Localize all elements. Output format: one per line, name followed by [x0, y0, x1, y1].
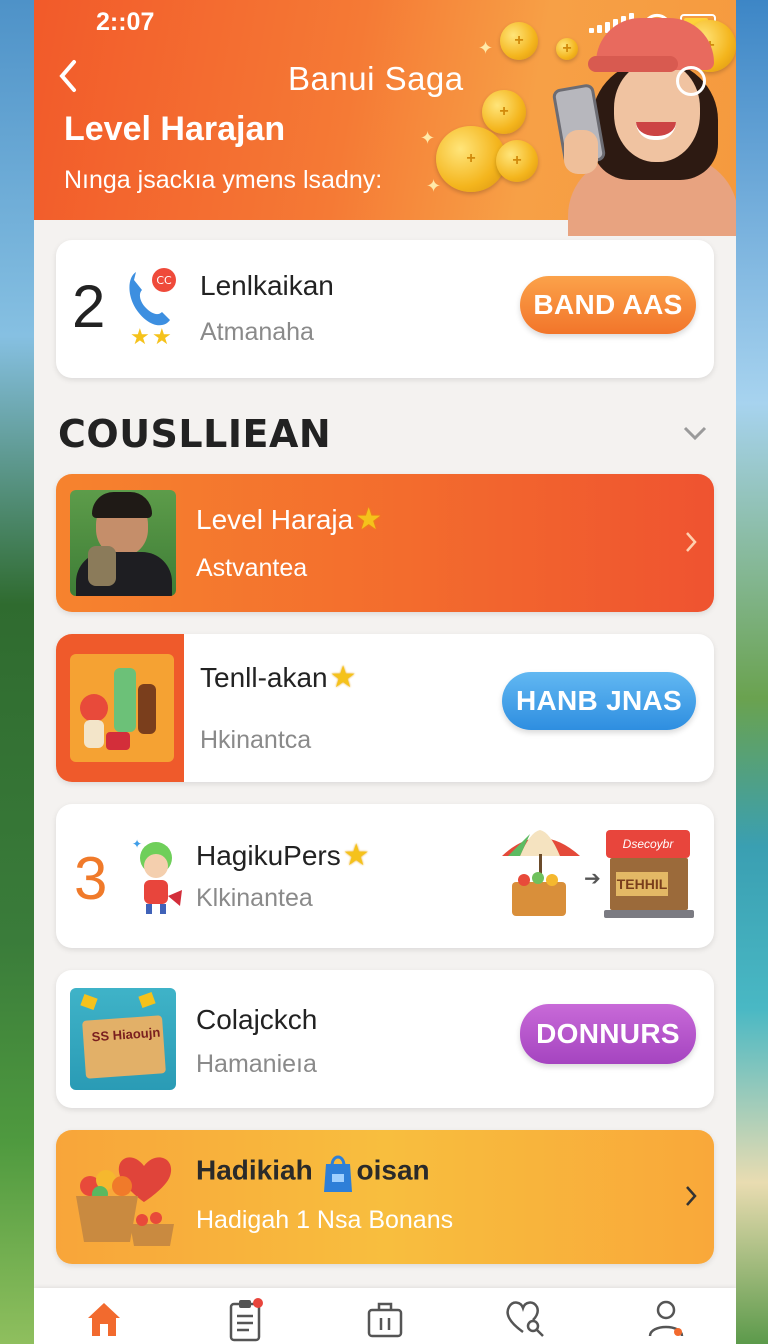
home-icon: [88, 1303, 121, 1336]
star-icon: ★: [355, 503, 383, 536]
star-icon: ★: [342, 839, 370, 872]
list-item[interactable]: SS Hiaoujn Colajckch Hamanieıa DONNURS: [56, 970, 714, 1108]
status-time: 2::07: [96, 8, 155, 36]
menu-circle-icon[interactable]: [676, 66, 706, 96]
item-image-frame: [56, 634, 184, 782]
item-subtitle: Astvantea: [196, 554, 308, 582]
hanb-jnas-button[interactable]: HANB JNAS: [502, 672, 696, 730]
nav-favorites[interactable]: [500, 1298, 550, 1344]
rank-number: 2: [72, 273, 106, 340]
svg-text:CC: CC: [156, 274, 172, 287]
star-icon: ★: [329, 661, 357, 694]
shop-building-icon: Dsecoybr TEHHIL: [602, 826, 696, 922]
chevron-right-icon: [684, 1184, 698, 1213]
page-subtitle: Nınga jsackıa ymens lsadny:: [64, 166, 383, 194]
item-subtitle: Hkinantca: [200, 726, 312, 754]
fruit-basket-heart-icon: [72, 1146, 178, 1250]
item-subtitle: Hadigah 1 Nsa Bonans: [196, 1206, 454, 1234]
card-subtitle: Atmanaha: [200, 318, 314, 346]
app-title: Banui Saga: [288, 60, 464, 97]
item-title: HagikuPers★: [196, 839, 370, 872]
nav-orders[interactable]: [220, 1298, 270, 1344]
sparkle-icon: ✦: [426, 176, 442, 196]
page-title: Level Harajan: [64, 110, 286, 148]
band-aas-button[interactable]: BAND AAS: [520, 276, 696, 334]
kid-character-icon: ✦: [130, 836, 186, 918]
chevron-right-icon: [684, 530, 698, 559]
gift-drinks-illustration: [70, 654, 174, 762]
item-subtitle: Hamanieıa: [196, 1050, 317, 1078]
shopping-bag-icon: [320, 1152, 356, 1192]
bottom-navigation: [34, 1288, 736, 1344]
donnurs-button[interactable]: DONNURS: [520, 1004, 696, 1064]
list-item[interactable]: Hadikiah oisan Hadigah 1 Nsa Bonans: [56, 1130, 714, 1264]
profile-icon: [648, 1300, 683, 1337]
ranking-card[interactable]: 2 CC ★ ★ Lenlkaikan Atmanaha BAND AAS: [56, 240, 714, 378]
person-photo: [70, 490, 176, 596]
list-item[interactable]: 3 ✦ HagikuPers★ Klkinantea ➔ Dsecoybr TE…: [56, 804, 714, 948]
nav-profile[interactable]: [641, 1298, 691, 1344]
clipboard-icon: [229, 1298, 263, 1342]
svg-text:★: ★: [152, 324, 172, 348]
sparkle-icon: ✦: [478, 38, 494, 58]
svg-text:★: ★: [130, 324, 150, 348]
parcel-box-illustration: SS Hiaoujn: [70, 988, 176, 1090]
item-title: Colajckch: [196, 1004, 318, 1035]
card-title: Lenlkaikan: [200, 270, 334, 301]
background-right: [734, 0, 768, 1344]
shop-label: TEHHIL: [616, 872, 668, 896]
shopping-bag-icon: [367, 1302, 403, 1338]
nav-shop[interactable]: [360, 1298, 410, 1344]
back-button[interactable]: [56, 58, 80, 104]
nav-home[interactable]: [79, 1298, 129, 1344]
item-title: Hadikiah oisan: [196, 1152, 430, 1192]
market-stall-icon: [500, 826, 582, 920]
shop-sign: Dsecoybr: [606, 830, 690, 858]
sparkle-icon: ✦: [420, 128, 436, 148]
list-item[interactable]: Tenll-akan★ Hkinantca HANB JNAS: [56, 634, 714, 782]
header-banner: 2::07 Banui Saga Level Harajan Nınga jsa…: [34, 0, 736, 236]
item-title: Level Haraja★: [196, 503, 383, 536]
phone-chat-icon: CC ★ ★: [122, 264, 186, 349]
arrow-right-icon: ➔: [584, 868, 601, 890]
list-item[interactable]: Level Haraja★ Astvantea: [56, 474, 714, 612]
heart-search-icon: [506, 1301, 545, 1337]
item-subtitle: Klkinantea: [196, 884, 313, 912]
woman-illustration: [518, 6, 736, 236]
item-title: Tenll-akan★: [200, 661, 357, 694]
section-title: COUSLLIEAN: [58, 412, 332, 456]
app-screen: 2::07 Banui Saga Level Harajan Nınga jsa…: [34, 0, 736, 1344]
rank-number: 3: [74, 845, 108, 912]
chevron-down-icon[interactable]: [682, 418, 708, 450]
svg-text:✦: ✦: [132, 837, 142, 851]
